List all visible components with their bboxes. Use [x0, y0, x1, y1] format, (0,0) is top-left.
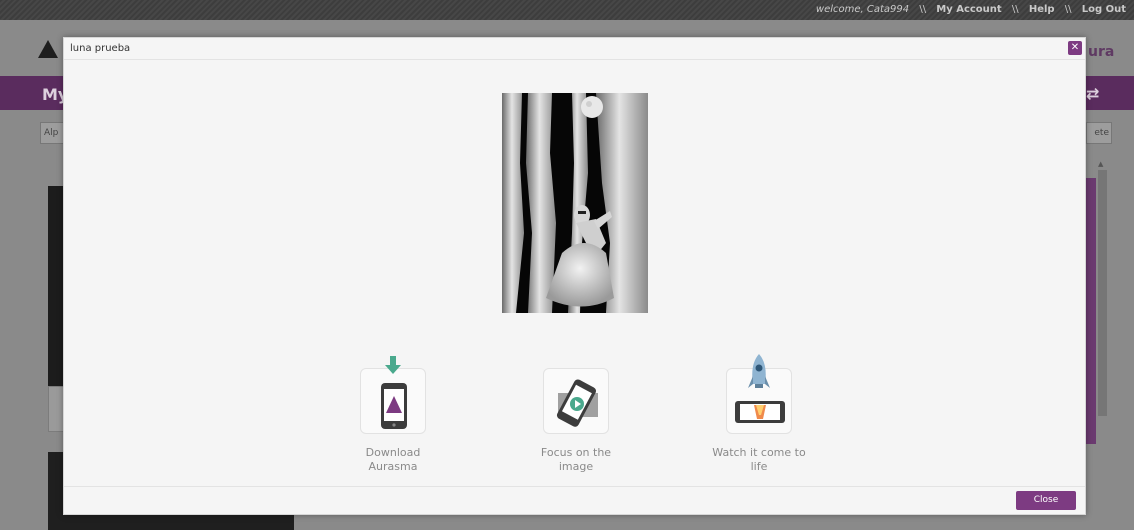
separator: \\	[1064, 4, 1072, 15]
close-button[interactable]: Close	[1016, 491, 1076, 510]
step-label-line: life	[750, 460, 768, 473]
top-navigation-bar: welcome, Cata994 \\ My Account \\ Help \…	[0, 0, 1134, 20]
help-link[interactable]: Help	[1029, 4, 1055, 15]
dialog-footer: Close	[64, 486, 1085, 515]
logout-link[interactable]: Log Out	[1082, 4, 1126, 15]
rocket-icon	[748, 354, 770, 388]
welcome-text: welcome, Cata994	[815, 4, 910, 15]
aura-thumbnail[interactable]	[48, 186, 64, 386]
step-label-focus: Focus on the image	[516, 446, 636, 474]
refresh-icon[interactable]: ⇄	[1086, 84, 1099, 103]
step-label-line: Watch it come to	[712, 446, 806, 459]
brand-text: ura	[1088, 44, 1115, 60]
step-label-download: Download Aurasma	[333, 446, 453, 474]
focus-phone-icon	[543, 368, 609, 434]
delete-button[interactable]: ete	[1086, 122, 1112, 144]
aurasma-logo-icon[interactable]	[38, 40, 58, 58]
scrollbar[interactable]	[1098, 170, 1107, 416]
download-phone-icon	[360, 368, 426, 434]
preview-dialog: luna prueba ✕ Download Aurasma Focus on …	[63, 37, 1086, 515]
scroll-up-icon[interactable]: ▲	[1098, 160, 1103, 168]
side-panel	[1086, 178, 1096, 444]
step-label-line: Download	[365, 446, 421, 459]
step-label-watch: Watch it come to life	[699, 446, 819, 474]
my-account-link[interactable]: My Account	[936, 4, 1001, 15]
how-to-steps: Download Aurasma Focus on the image Watc…	[64, 38, 1085, 514]
step-label-line: Focus on the	[540, 446, 612, 459]
account-links: welcome, Cata994 \\ My Account \\ Help \…	[816, 4, 1126, 15]
download-arrow-icon	[385, 356, 401, 374]
step-label-line: Aurasma	[368, 460, 418, 473]
separator: \\	[1011, 4, 1019, 15]
separator: \\	[919, 4, 927, 15]
aura-thumbnail-caption	[48, 386, 64, 432]
step-label-line: image	[558, 460, 594, 473]
